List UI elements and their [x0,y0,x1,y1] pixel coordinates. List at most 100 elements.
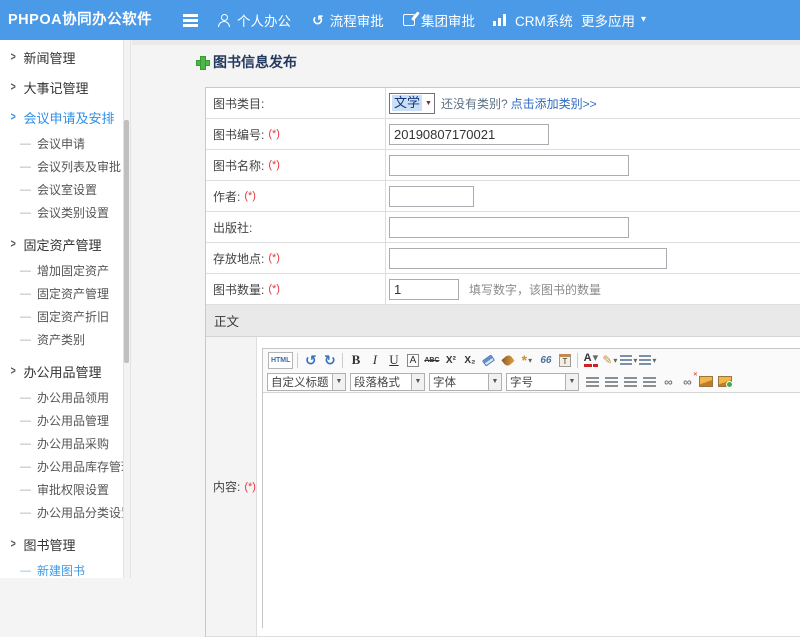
sidebar-item[interactable]: —办公用品分类设置 [0,501,122,524]
align-center-icon[interactable] [603,373,620,390]
eraser-icon[interactable] [480,352,497,369]
user-icon [218,14,231,27]
subscript-icon[interactable]: X₂ [461,352,478,369]
content-row: 内容:(*)HTML↺↻BIUAABCX²X₂*▾66TA▾✎▾▾▾自定义标题▼… [206,337,800,637]
font-family-select[interactable]: 字体▼ [429,373,502,391]
select-label: 字体 [430,374,488,390]
nav-more-apps[interactable]: 更多应用▾ [581,0,646,40]
sidebar-item[interactable]: —办公用品领用 [0,386,122,409]
sidebar-item[interactable]: —会议类别设置 [0,201,122,224]
align-justify-icon[interactable] [641,373,658,390]
sidebar-item[interactable]: — 新建图书 [0,559,122,578]
font-color-icon[interactable]: A▾ [582,352,599,369]
ordered-list-icon[interactable]: ▾ [620,352,637,369]
chevron-right-icon: > [11,364,16,377]
add-category-link[interactable]: 点击添加类别>> [511,95,597,112]
quick-format-icon[interactable]: *▾ [518,352,535,369]
form-row: 图书编号:(*) [206,119,800,150]
bold-icon[interactable]: B [347,352,364,369]
italic-icon[interactable]: I [366,352,383,369]
sidebar: >新闻管理>大事记管理>会议申请及安排—会议申请—会议列表及审批—会议室设置—会… [0,40,131,578]
nav-workflow-approval[interactable]: ↺流程审批 [312,0,384,40]
sidebar-item-label: 固定资产折旧 [37,308,109,325]
sidebar-item[interactable]: —办公用品采购 [0,432,122,455]
superscript-icon[interactable]: X² [442,352,459,369]
form-row: 图书类目:文学▼还没有类别?点击添加类别>> [206,88,800,119]
required-mark: (*) [268,252,280,264]
chevron-right-icon: > [11,110,16,123]
unlink-icon[interactable]: ∞ [679,373,696,390]
align-right-icon[interactable] [622,373,639,390]
html-source-icon[interactable]: HTML [268,352,293,369]
redo-icon[interactable]: ↻ [321,352,338,369]
field-input[interactable] [389,248,667,269]
custom-title-select[interactable]: 自定义标题▼ [267,373,346,391]
editor-content-area[interactable] [263,393,800,629]
image-icon[interactable] [698,373,715,390]
sidebar-section-0[interactable]: >新闻管理 [0,42,122,72]
field-label-text: 内容: [213,478,240,495]
sidebar-item[interactable]: —会议室设置 [0,178,122,201]
insert-image-icon[interactable] [717,373,734,390]
sidebar-section-5[interactable]: >图书管理 [0,529,122,559]
book-category-selected: 文学 [392,95,422,111]
sidebar-item[interactable]: —办公用品管理 [0,409,122,432]
sidebar-section-1[interactable]: >大事记管理 [0,72,122,102]
field-input[interactable] [389,155,629,176]
field-value: 文学▼还没有类别?点击添加类别>> [386,88,800,118]
nav-item-label: 个人办公 [237,10,291,30]
chevron-right-icon: > [11,237,16,250]
nav-personal-office[interactable]: 个人办公 [218,0,291,40]
dash-icon: — [20,161,31,173]
unordered-list-icon[interactable]: ▾ [639,352,656,369]
field-input[interactable] [389,186,474,207]
sidebar-item[interactable]: —资产类别 [0,328,122,351]
sidebar-item[interactable]: —办公用品库存管理 [0,455,122,478]
rich-text-editor: HTML↺↻BIUAABCX²X₂*▾66TA▾✎▾▾▾自定义标题▼段落格式▼字… [262,348,800,628]
font-size-select[interactable]: 字号▼ [506,373,579,391]
paragraph-format-select[interactable]: 段落格式▼ [350,373,425,391]
sidebar-item[interactable]: —审批权限设置 [0,478,122,501]
sidebar-item-label: 新建图书 [37,562,85,578]
history-icon: ↺ [312,14,324,27]
dash-icon: — [20,565,31,577]
field-input[interactable] [389,217,629,238]
sidebar-item[interactable]: — 会议列表及审批 [0,155,122,178]
highlight-pen-icon[interactable]: ✎▾ [601,352,618,369]
book-category-select[interactable]: 文学▼ [389,93,435,114]
hamburger-menu-icon[interactable] [183,14,198,27]
nav-crm-system[interactable]: CRM系统 [493,0,573,40]
field-input[interactable] [389,279,459,300]
editor-toolbar-row2: 自定义标题▼段落格式▼字体▼字号▼∞∞ [263,371,800,393]
sidebar-section-label: 大事记管理 [23,78,88,97]
sidebar-item-label: 会议列表及审批 [37,158,121,175]
field-value [386,150,800,180]
editor-toolbar-row1: HTML↺↻BIUAABCX²X₂*▾66TA▾✎▾▾▾ [263,349,800,371]
sidebar-item[interactable]: — 固定资产折旧 [0,305,122,328]
dash-icon: — [20,265,31,277]
sidebar-section-4[interactable]: >办公用品管理 [0,356,122,386]
align-left-icon[interactable] [584,373,601,390]
dash-icon: — [20,311,31,323]
nav-group-approval[interactable]: 集团审批 [403,0,475,40]
blockquote-icon[interactable]: 66 [537,352,554,369]
sidebar-item-label: 办公用品领用 [37,389,109,406]
underline-icon[interactable]: U [385,352,402,369]
sidebar-item[interactable]: —会议申请 [0,132,122,155]
paste-as-text-icon[interactable]: T [556,352,573,369]
field-input[interactable] [389,124,549,145]
sidebar-section-3[interactable]: >固定资产管理 [0,229,122,259]
link-icon[interactable]: ∞ [660,373,677,390]
required-mark: (*) [244,190,256,202]
format-brush-icon[interactable] [499,352,516,369]
dash-icon: — [20,415,31,427]
strikethrough-icon[interactable]: ABC [423,352,440,369]
sidebar-item[interactable]: —固定资产管理 [0,282,122,305]
sidebar-item[interactable]: —增加固定资产 [0,259,122,282]
sidebar-section-2[interactable]: >会议申请及安排 [0,102,122,132]
dash-icon: — [20,207,31,219]
char-border-icon[interactable]: A [404,352,421,369]
sidebar-scrollbar-thumb[interactable] [124,120,129,363]
undo-icon[interactable]: ↺ [302,352,319,369]
caret-down-icon: ▼ [488,374,501,390]
